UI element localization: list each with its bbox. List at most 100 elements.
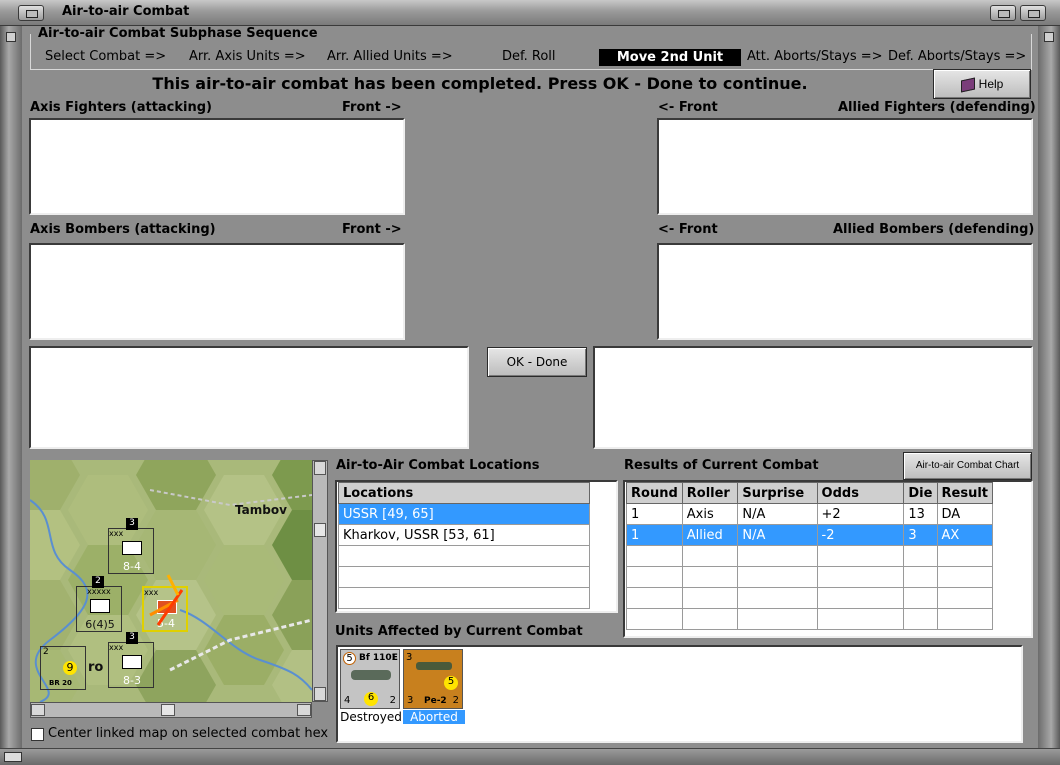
results-row[interactable]: 1 Axis N/A +2 13 DA <box>626 503 993 525</box>
step-defender-roll: Def. Roll <box>502 49 556 64</box>
cell-round: 1 <box>626 503 683 525</box>
help-book-icon <box>960 77 975 92</box>
aircraft-silhouette-icon <box>416 662 452 670</box>
step-arrange-allied-units: Arr. Allied Units => <box>327 49 453 64</box>
results-title: Results of Current Combat <box>624 458 819 473</box>
cell-surprise: N/A <box>737 503 818 525</box>
title-bar[interactable]: Air-to-air Combat <box>0 0 1060 26</box>
locations-row[interactable] <box>338 545 590 567</box>
locations-row[interactable]: Kharkov, USSR [53, 61] <box>338 524 590 546</box>
step-select-combat: Select Combat => <box>45 49 167 64</box>
axis-fighters-front-label: Front -> <box>342 100 402 115</box>
locations-row[interactable] <box>338 566 590 588</box>
status-message: This air-to-air combat has been complete… <box>152 74 808 93</box>
map-unit-counter[interactable]: xxxxx 6(4)5 <box>76 586 122 632</box>
window-border-bottom <box>0 748 1060 765</box>
window-border-right <box>1038 26 1060 765</box>
center-map-checkbox[interactable] <box>31 728 44 741</box>
cell-roller: Allied <box>681 524 739 546</box>
counter-stack: 2 <box>43 647 49 657</box>
map-city-label: Tambov <box>235 503 287 517</box>
location-cell <box>338 566 590 588</box>
results-panel[interactable]: Round Roller Surprise Odds Die Result 1 … <box>623 480 1033 638</box>
locations-row[interactable] <box>338 587 590 609</box>
axis-bombers-box[interactable] <box>29 243 405 340</box>
window-border-left <box>0 26 22 765</box>
map-unit-counter[interactable]: xxx 8-3 <box>108 642 154 688</box>
unit-status-destroyed: Destroyed <box>340 710 402 724</box>
map-combat-arrows-icon <box>149 574 184 626</box>
counter-type: BR 20 <box>49 679 72 687</box>
cell-round: 1 <box>626 524 683 546</box>
resize-grip-icon[interactable] <box>4 752 22 762</box>
help-button[interactable]: Help <box>933 69 1031 99</box>
ok-done-button[interactable]: OK - Done <box>487 347 587 377</box>
counter-size: xxx <box>109 529 124 538</box>
unit-top-right-value: 1 <box>391 653 397 663</box>
map-partial-label: ro <box>88 660 104 675</box>
units-affected-panel[interactable]: 5 Bf 110E 1 4 6 2 Destroyed 3 5 3 Pe-2 2… <box>336 645 1023 743</box>
stack-count-badge: 2 <box>92 576 104 588</box>
axis-bombers-label: Axis Bombers (attacking) <box>30 222 216 237</box>
scroll-right-arrow-icon[interactable] <box>297 704 311 716</box>
unit-top-left-value: 5 <box>343 652 356 665</box>
infantry-symbol-icon <box>122 655 142 669</box>
system-menu-button[interactable] <box>18 5 44 21</box>
results-row[interactable] <box>626 566 993 588</box>
allied-bombers-box[interactable] <box>657 243 1033 340</box>
allied-fighters-label: Allied Fighters (defending) <box>838 100 1036 115</box>
allied-bombers-label: Allied Bombers (defending) <box>833 222 1035 237</box>
location-cell <box>338 545 590 567</box>
linked-map[interactable]: Tambov ro xxx 8-4 3 xxxxx 6(4)5 2 xxx 5-… <box>30 460 312 702</box>
col-surprise: Surprise <box>737 482 818 504</box>
map-vertical-scrollbar[interactable] <box>312 460 328 702</box>
vertical-scroll-thumb[interactable] <box>314 523 326 537</box>
border-rivet <box>1044 32 1054 42</box>
aircraft-silhouette-icon <box>351 670 391 680</box>
scroll-up-arrow-icon[interactable] <box>314 461 326 475</box>
results-row[interactable] <box>626 587 993 609</box>
combat-chart-button[interactable]: Air-to-air Combat Chart <box>903 452 1032 480</box>
locations-row-selected[interactable]: USSR [49, 65] <box>338 503 590 525</box>
counter-value: 9 <box>63 661 77 675</box>
col-round: Round <box>626 482 683 504</box>
col-die: Die <box>903 482 938 504</box>
allied-fighters-box[interactable] <box>657 118 1033 215</box>
results-header-row: Round Roller Surprise Odds Die Result <box>626 482 993 504</box>
map-horizontal-scrollbar[interactable] <box>30 702 312 718</box>
scroll-left-arrow-icon[interactable] <box>31 704 45 716</box>
step-defender-aborts-stays: Def. Aborts/Stays => <box>888 49 1027 64</box>
unit-bottom-right-value: 2 <box>452 695 459 706</box>
unit-name: Pe-2 <box>424 696 447 706</box>
unit-top-left-value: 3 <box>406 652 413 663</box>
allied-bombers-front-label: <- Front <box>658 222 718 237</box>
subphase-sequence-title: Air-to-air Combat Subphase Sequence <box>36 26 320 41</box>
locations-title: Air-to-Air Combat Locations <box>336 458 540 473</box>
results-row[interactable] <box>626 608 993 630</box>
col-odds: Odds <box>816 482 905 504</box>
axis-info-box <box>29 346 469 449</box>
map-unit-counter[interactable]: xxx 8-4 <box>108 528 154 574</box>
center-map-checkbox-label: Center linked map on selected combat hex <box>48 726 329 741</box>
scroll-down-arrow-icon[interactable] <box>314 687 326 701</box>
air-unit-counter-pe2[interactable]: 3 5 3 Pe-2 2 <box>403 649 463 709</box>
axis-fighters-box[interactable] <box>29 118 405 215</box>
cell-odds: -2 <box>816 524 905 546</box>
map-air-unit-counter[interactable]: 2 9 BR 20 <box>40 646 86 690</box>
maximize-button[interactable] <box>1020 5 1046 21</box>
results-row[interactable] <box>626 545 993 567</box>
counter-size: xxxxx <box>87 587 111 596</box>
step-arrange-axis-units: Arr. Axis Units => <box>189 49 306 64</box>
location-cell: USSR [49, 65] <box>338 503 590 525</box>
results-row-selected[interactable]: 1 Allied N/A -2 3 AX <box>626 524 993 546</box>
step-move-2nd-unit-active: Move 2nd Unit <box>599 49 741 66</box>
cell-die: 13 <box>903 503 938 525</box>
locations-list[interactable]: Locations USSR [49, 65] Kharkov, USSR [5… <box>335 480 618 613</box>
cell-odds: +2 <box>816 503 905 525</box>
minimize-button[interactable] <box>990 5 1016 21</box>
step-attacker-aborts-stays: Att. Aborts/Stays => <box>747 49 883 64</box>
horizontal-scroll-thumb[interactable] <box>161 704 175 716</box>
air-unit-counter-bf110e[interactable]: 5 Bf 110E 1 4 6 2 <box>340 649 400 709</box>
units-affected-title: Units Affected by Current Combat <box>335 624 583 639</box>
stack-count-badge: 3 <box>126 632 138 644</box>
